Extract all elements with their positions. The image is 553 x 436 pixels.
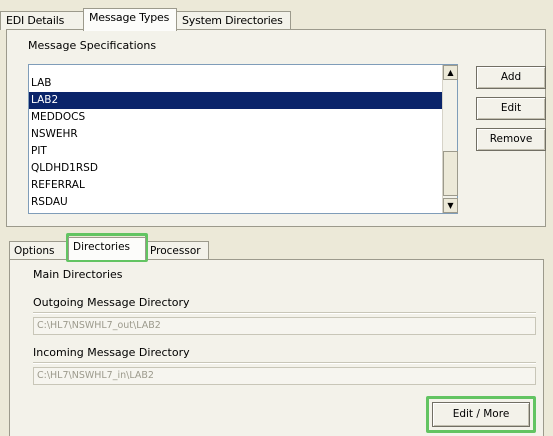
tab-message-types[interactable]: Message Types	[83, 8, 177, 31]
outgoing-directory-field[interactable]: C:\HL7\NSWHL7_out\LAB2	[33, 317, 536, 335]
lower-tab-strip: Options Directories Processor	[9, 236, 549, 260]
list-item[interactable]: LAB	[29, 75, 457, 92]
tab-system-directories[interactable]: System Directories	[176, 11, 291, 30]
edit-more-button[interactable]: Edit / More	[432, 402, 530, 427]
scroll-thumb[interactable]	[443, 151, 458, 196]
scroll-down-icon[interactable]: ▼	[443, 198, 458, 213]
list-vertical-scrollbar[interactable]: ▲ ▼	[442, 65, 458, 213]
incoming-directory-label: Incoming Message Directory	[33, 346, 190, 359]
tab-processor[interactable]: Processor	[145, 241, 209, 260]
message-specifications-title: Message Specifications	[28, 39, 157, 52]
list-item[interactable]: MEDDOCS	[29, 109, 457, 126]
top-tab-strip: EDI Details Message Types System Directo…	[0, 8, 553, 31]
list-item[interactable]: RSDAU	[29, 194, 457, 211]
list-item-selected[interactable]: LAB2	[29, 92, 457, 109]
list-item[interactable]: PIT	[29, 143, 457, 160]
tab-options[interactable]: Options	[9, 241, 69, 260]
list-item[interactable]: QLDHD1RSD	[29, 160, 457, 177]
edit-button[interactable]: Edit	[476, 97, 546, 120]
remove-button[interactable]: Remove	[476, 128, 546, 151]
incoming-directory-field[interactable]: C:\HL7\NSWHL7_in\LAB2	[33, 367, 536, 385]
scroll-up-icon[interactable]: ▲	[443, 65, 458, 80]
incoming-separator	[33, 362, 536, 364]
list-item[interactable]: REFERRAL	[29, 177, 457, 194]
main-directories-title: Main Directories	[33, 268, 123, 281]
tab-directories[interactable]: Directories	[68, 237, 146, 260]
list-item[interactable]: NSWEHR	[29, 126, 457, 143]
add-button[interactable]: Add	[476, 66, 546, 89]
outgoing-directory-label: Outgoing Message Directory	[33, 296, 190, 309]
outgoing-separator	[33, 312, 536, 314]
message-specifications-list[interactable]: LAB LAB2 MEDDOCS NSWEHR PIT QLDHD1RSD RE…	[28, 64, 458, 214]
tab-edi-details[interactable]: EDI Details	[0, 11, 84, 30]
